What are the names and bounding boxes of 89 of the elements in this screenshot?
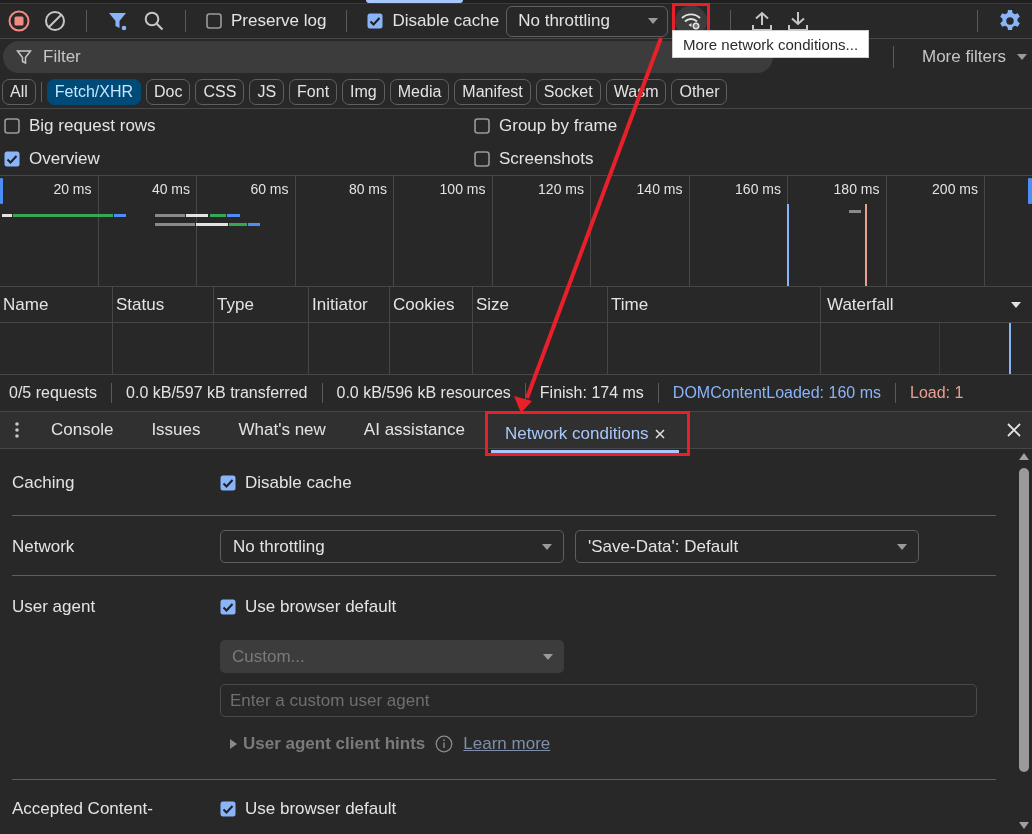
- column-header[interactable]: Type: [214, 287, 309, 323]
- checkbox-label[interactable]: Group by frame: [499, 115, 618, 136]
- dropdown[interactable]: No throttling: [220, 530, 564, 563]
- close-icon[interactable]: [1006, 422, 1022, 438]
- section-label: Caching: [12, 472, 76, 494]
- checkbox-label[interactable]: Disable cache: [392, 11, 500, 31]
- section-label: Accepted Content-: [12, 798, 154, 820]
- column-header[interactable]: Initiator: [309, 287, 390, 323]
- checkbox[interactable]: [220, 801, 236, 817]
- column-header[interactable]: Time: [608, 287, 821, 323]
- column-header[interactable]: Size: [473, 287, 608, 323]
- status-text: Load: 1: [910, 384, 964, 402]
- tick-label: 60 ms: [250, 181, 289, 198]
- status-text: DOMContentLoaded: 160 ms: [672, 384, 881, 402]
- close-icon[interactable]: [654, 428, 665, 439]
- tick-label: 40 ms: [151, 181, 190, 198]
- funnel-icon: [16, 49, 32, 65]
- tooltip: More network conditions...: [672, 30, 870, 58]
- tick-label: 140 ms: [636, 181, 683, 198]
- tick-label: 20 ms: [53, 181, 92, 198]
- checkbox[interactable]: [4, 117, 20, 134]
- column-header[interactable]: Cookies: [390, 287, 473, 323]
- type-filter-chip[interactable]: CSS: [195, 78, 245, 105]
- filter-icon[interactable]: [107, 10, 129, 32]
- caret-icon: [541, 542, 553, 551]
- type-filter-chip[interactable]: Media: [389, 78, 450, 105]
- dropdown[interactable]: 'Save-Data': Default: [575, 530, 919, 563]
- type-filter-chip[interactable]: Other: [671, 78, 728, 105]
- drawer-tab[interactable]: What's new: [224, 412, 340, 448]
- tick-label: 120 ms: [538, 181, 584, 198]
- status-text: 0.0 kB/596 kB resources: [336, 384, 511, 402]
- caret-icon: [542, 652, 554, 661]
- status-text: Finish: 174 ms: [539, 384, 644, 402]
- tick-label: 180 ms: [833, 181, 880, 198]
- caret-icon: [1016, 53, 1029, 61]
- user-agent-field[interactable]: Enter a custom user agent: [220, 684, 977, 717]
- checkbox-label[interactable]: Use browser default: [245, 597, 397, 617]
- type-filter-chip[interactable]: Font: [289, 78, 338, 105]
- tick-label: 100 ms: [439, 181, 486, 198]
- column-header[interactable]: Status: [113, 287, 214, 323]
- checkbox-label[interactable]: Overview: [29, 148, 100, 169]
- drawer-tab[interactable]: Issues: [137, 412, 215, 448]
- status-text: 0/5 requests: [9, 384, 98, 402]
- upload-icon[interactable]: [751, 10, 774, 32]
- checkbox[interactable]: [367, 13, 384, 29]
- checkbox[interactable]: [4, 150, 20, 167]
- checkbox[interactable]: [474, 117, 490, 134]
- sort-caret-icon: [1010, 300, 1022, 309]
- drawer-tab[interactable]: AI assistance: [349, 412, 479, 448]
- checkbox[interactable]: [206, 13, 222, 29]
- section-label: User agent: [12, 596, 97, 618]
- caret-icon: [896, 542, 908, 551]
- type-filter-chip[interactable]: Fetch/XHR: [46, 78, 142, 105]
- search-icon[interactable]: [143, 10, 165, 32]
- checkbox-label[interactable]: Preserve log: [231, 11, 327, 31]
- type-filter-chip[interactable]: Socket: [535, 78, 601, 105]
- column-header[interactable]: Name: [0, 287, 113, 323]
- wifi-gear-icon: [680, 11, 703, 31]
- tick-label: 200 ms: [932, 181, 978, 198]
- drawer-tab[interactable]: Network conditions: [490, 414, 679, 453]
- info-icon: [435, 735, 454, 753]
- caret-icon: [647, 17, 660, 25]
- record-stop-icon[interactable]: [8, 10, 30, 32]
- checkbox-label[interactable]: Big request rows: [29, 115, 156, 136]
- checkbox[interactable]: [220, 475, 236, 491]
- checkbox-label[interactable]: Screenshots: [499, 148, 594, 169]
- settings-icon[interactable]: [998, 9, 1022, 33]
- section-label: Network: [12, 535, 76, 558]
- type-filter-chip[interactable]: Img: [342, 78, 385, 105]
- column-header[interactable]: Waterfall: [821, 287, 1032, 323]
- more-menu-icon[interactable]: [15, 422, 19, 438]
- tick-label: 160 ms: [735, 181, 781, 198]
- checkbox-label[interactable]: Use browser default: [245, 799, 397, 819]
- type-filter-chip[interactable]: Manifest: [454, 78, 531, 105]
- type-filter-chip[interactable]: All: [2, 78, 36, 105]
- drawer-tab[interactable]: Console: [37, 412, 128, 448]
- status-text: 0.0 kB/597 kB transferred: [126, 384, 308, 402]
- checkbox-label[interactable]: Disable cache: [245, 473, 352, 493]
- more-filters-button[interactable]: More filters: [922, 47, 1029, 67]
- checkbox[interactable]: [474, 150, 490, 167]
- download-icon[interactable]: [787, 10, 810, 32]
- tick-label: 80 ms: [348, 181, 387, 198]
- throttling-dropdown[interactable]: No throttling: [506, 5, 669, 37]
- type-filter-chip[interactable]: JS: [249, 78, 285, 105]
- type-filter-chip[interactable]: Doc: [146, 78, 191, 105]
- learn-more-link[interactable]: Learn more: [463, 734, 551, 754]
- clear-icon[interactable]: [44, 10, 66, 32]
- expand-triangle-icon: [230, 739, 237, 749]
- checkbox[interactable]: [220, 599, 236, 615]
